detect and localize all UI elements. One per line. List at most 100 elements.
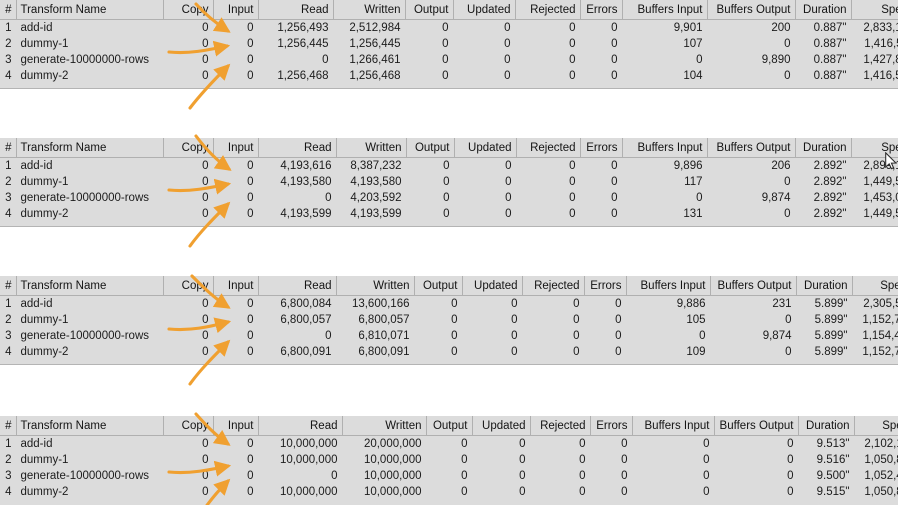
col-header-duration[interactable]: Duration	[795, 0, 852, 20]
col-header-duration[interactable]: Duration	[796, 276, 853, 296]
table-row[interactable]: 4 dummy-2 0 0 4,193,599 4,193,599 0 0 0 …	[0, 206, 898, 222]
col-header-rejected[interactable]: Rejected	[530, 416, 591, 436]
col-header-transform-name[interactable]: Transform Name	[16, 416, 164, 436]
col-header-input[interactable]: Input	[213, 0, 259, 20]
col-header-copy[interactable]: Copy	[163, 276, 214, 296]
col-header-speed[interactable]: Speed	[854, 416, 898, 436]
col-header-transform-name[interactable]: Transform Name	[16, 0, 164, 20]
col-header-errors[interactable]: Errors	[580, 138, 623, 158]
col-header-num[interactable]: #	[0, 416, 17, 436]
cell-read: 0	[257, 468, 342, 484]
col-header-read[interactable]: Read	[258, 138, 337, 158]
table-header-row: # Transform Name Copy Input Read Written…	[0, 138, 898, 158]
table-row[interactable]: 2 dummy-1 0 0 10,000,000 10,000,000 0 0 …	[0, 452, 898, 468]
table-row[interactable]: 3 generate-10000000-rows 0 0 0 10,000,00…	[0, 468, 898, 484]
table-row[interactable]: 4 dummy-2 0 0 10,000,000 10,000,000 0 0 …	[0, 484, 898, 500]
cell-output: 0	[413, 312, 462, 328]
col-header-rejected[interactable]: Rejected	[516, 138, 581, 158]
col-header-num[interactable]: #	[0, 276, 17, 296]
metrics-table[interactable]: # Transform Name Copy Input Read Written…	[0, 138, 898, 222]
cell-duration: 2.892"	[794, 190, 851, 206]
col-header-input[interactable]: Input	[213, 138, 259, 158]
col-header-input[interactable]: Input	[213, 276, 259, 296]
table-row[interactable]: 1 add-id 0 0 1,256,493 2,512,984 0 0 0 0…	[0, 19, 898, 36]
col-header-rejected[interactable]: Rejected	[522, 276, 585, 296]
metrics-grid-snapshot-1[interactable]: # Transform Name Copy Input Read Written…	[0, 0, 898, 89]
metrics-grid-snapshot-3[interactable]: # Transform Name Copy Input Read Written…	[0, 276, 898, 365]
metrics-grid-snapshot-4[interactable]: # Transform Name Copy Input Read Written…	[0, 416, 898, 505]
table-row[interactable]: 4 dummy-2 0 0 6,800,091 6,800,091 0 0 0 …	[0, 344, 898, 360]
table-row[interactable]: 4 dummy-2 0 0 1,256,468 1,256,468 0 0 0 …	[0, 68, 898, 84]
table-row[interactable]: 2 dummy-1 0 0 1,256,445 1,256,445 0 0 0 …	[0, 36, 898, 52]
table-row[interactable]: 3 generate-10000000-rows 0 0 0 6,810,071…	[0, 328, 898, 344]
col-header-read[interactable]: Read	[258, 0, 334, 20]
mouse-cursor	[885, 152, 898, 170]
col-header-buffers-input[interactable]: Buffers Input	[622, 138, 708, 158]
col-header-speed[interactable]: Speed	[852, 276, 898, 296]
cell-errors: 0	[579, 174, 622, 190]
col-header-num[interactable]: #	[0, 0, 17, 20]
col-header-updated[interactable]: Updated	[454, 138, 517, 158]
metrics-table[interactable]: # Transform Name Copy Input Read Written…	[0, 276, 898, 360]
metrics-table[interactable]: # Transform Name Copy Input Read Written…	[0, 416, 898, 500]
col-header-output[interactable]: Output	[406, 138, 455, 158]
col-header-errors[interactable]: Errors	[590, 416, 633, 436]
col-header-buffers-output[interactable]: Buffers Output	[710, 276, 797, 296]
col-header-buffers-output[interactable]: Buffers Output	[714, 416, 799, 436]
col-header-written[interactable]: Written	[342, 416, 427, 436]
col-header-buffers-input[interactable]: Buffers Input	[632, 416, 715, 436]
cell-written: 8,387,232	[335, 157, 406, 174]
col-header-written[interactable]: Written	[333, 0, 406, 20]
col-header-buffers-input[interactable]: Buffers Input	[626, 276, 711, 296]
col-header-copy[interactable]: Copy	[163, 138, 214, 158]
table-row[interactable]: 3 generate-10000000-rows 0 0 0 1,266,461…	[0, 52, 898, 68]
cell-transform-name: dummy-2	[16, 344, 163, 360]
cell-updated: 0	[452, 19, 515, 36]
cell-updated: 0	[452, 52, 515, 68]
cell-transform-name: dummy-1	[16, 36, 163, 52]
table-row[interactable]: 1 add-id 0 0 10,000,000 20,000,000 0 0 0…	[0, 435, 898, 452]
col-header-written[interactable]: Written	[336, 276, 415, 296]
col-header-output[interactable]: Output	[405, 0, 454, 20]
col-header-read[interactable]: Read	[258, 416, 343, 436]
col-header-transform-name[interactable]: Transform Name	[16, 276, 164, 296]
col-header-written[interactable]: Written	[336, 138, 407, 158]
cell-num: 1	[0, 157, 16, 174]
col-header-output[interactable]: Output	[426, 416, 473, 436]
col-header-rejected[interactable]: Rejected	[515, 0, 581, 20]
col-header-read[interactable]: Read	[258, 276, 337, 296]
col-header-num[interactable]: #	[0, 138, 17, 158]
cell-transform-name: generate-10000000-rows	[16, 190, 163, 206]
col-header-errors[interactable]: Errors	[584, 276, 627, 296]
table-row[interactable]: 1 add-id 0 0 4,193,616 8,387,232 0 0 0 0…	[0, 157, 898, 174]
col-header-copy[interactable]: Copy	[163, 0, 214, 20]
table-row[interactable]: 2 dummy-1 0 0 4,193,580 4,193,580 0 0 0 …	[0, 174, 898, 190]
col-header-buffers-input[interactable]: Buffers Input	[622, 0, 708, 20]
col-header-speed[interactable]: Speed	[851, 0, 898, 20]
cell-transform-name: generate-10000000-rows	[16, 328, 163, 344]
table-header-row: # Transform Name Copy Input Read Written…	[0, 416, 898, 436]
col-header-buffers-output[interactable]: Buffers Output	[707, 0, 796, 20]
col-header-updated[interactable]: Updated	[462, 276, 523, 296]
col-header-updated[interactable]: Updated	[453, 0, 516, 20]
col-header-buffers-output[interactable]: Buffers Output	[707, 138, 796, 158]
col-header-duration[interactable]: Duration	[798, 416, 855, 436]
col-header-transform-name[interactable]: Transform Name	[16, 138, 164, 158]
table-row[interactable]: 3 generate-10000000-rows 0 0 0 4,203,592…	[0, 190, 898, 206]
col-header-errors[interactable]: Errors	[580, 0, 623, 20]
table-row[interactable]: 2 dummy-1 0 0 6,800,057 6,800,057 0 0 0 …	[0, 312, 898, 328]
metrics-grid-snapshot-2[interactable]: # Transform Name Copy Input Read Written…	[0, 138, 898, 227]
col-header-updated[interactable]: Updated	[472, 416, 531, 436]
cell-buffers-output: 0	[713, 468, 798, 484]
cell-num: 1	[0, 19, 16, 36]
metrics-table[interactable]: # Transform Name Copy Input Read Written…	[0, 0, 898, 84]
col-header-copy[interactable]: Copy	[163, 416, 214, 436]
cell-read: 0	[257, 52, 333, 68]
col-header-input[interactable]: Input	[213, 416, 259, 436]
cell-copy: 0	[162, 174, 213, 190]
col-header-duration[interactable]: Duration	[795, 138, 852, 158]
table-row[interactable]: 1 add-id 0 0 6,800,084 13,600,166 0 0 0 …	[0, 295, 898, 312]
cell-num: 4	[0, 484, 16, 500]
cell-written: 4,203,592	[335, 190, 406, 206]
col-header-output[interactable]: Output	[414, 276, 463, 296]
